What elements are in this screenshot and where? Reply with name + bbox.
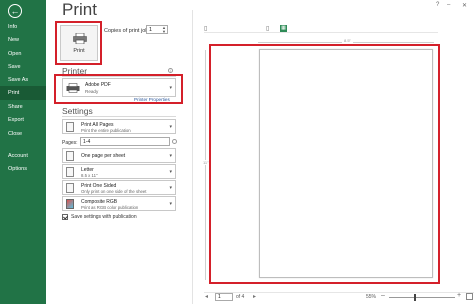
current-page-input[interactable]: 1 — [215, 293, 233, 301]
ruler-top-label: 8.5" — [342, 38, 353, 43]
show-page-numbers-icon[interactable]: ▯ — [204, 25, 207, 32]
copies-value: 1 — [149, 27, 153, 33]
nav-item-info[interactable]: Info — [0, 20, 46, 34]
preview-bottom-divider — [204, 292, 474, 293]
print-button-highlight — [55, 21, 102, 65]
copies-stepper[interactable]: 1 ▲ ▼ — [146, 25, 168, 34]
chevron-down-icon: ▾ — [169, 124, 172, 130]
minimize-icon[interactable]: – — [447, 2, 450, 8]
page-title: Print — [62, 0, 97, 19]
zoom-slider[interactable] — [389, 297, 455, 298]
sides-subtitle: Only print on one side of the sheet — [81, 189, 147, 194]
layout-title: One page per sheet — [81, 153, 126, 159]
nav-item-close[interactable]: Close — [0, 127, 46, 141]
color-select[interactable]: Composite RGB Print as RGB color publica… — [62, 196, 176, 211]
settings-header: Settings — [62, 106, 93, 116]
checkbox-checked-icon[interactable] — [62, 214, 68, 220]
zoom-out-icon[interactable]: – — [381, 292, 385, 299]
next-page-icon[interactable]: ▸ — [253, 293, 256, 300]
info-icon[interactable]: i — [168, 68, 173, 73]
nav-item-print[interactable]: Print — [0, 86, 46, 100]
paper-icon — [66, 167, 74, 177]
paper-size-select[interactable]: Letter 8.5 x 11" ▾ — [62, 164, 176, 179]
nav-item-open[interactable]: Open — [0, 47, 46, 61]
pane-divider — [192, 10, 193, 304]
chevron-down-icon: ▾ — [169, 153, 172, 159]
close-window-icon[interactable]: ✕ — [462, 2, 467, 9]
one-sided-icon — [66, 183, 74, 193]
print-range-subtitle: Print the entire publication — [81, 128, 131, 133]
nav-item-new[interactable]: New — [0, 33, 46, 47]
fit-page-icon[interactable] — [466, 293, 473, 300]
ruler-left — [205, 50, 206, 280]
chevron-down-icon: ▾ — [169, 169, 172, 175]
nav-item-options[interactable]: Options — [0, 162, 46, 176]
color-subtitle: Print as RGB color publication — [81, 205, 139, 210]
sides-select[interactable]: Print One Sided Only print on one side o… — [62, 180, 176, 195]
print-backstage: ← Info New Open Save Save As Print Share… — [0, 0, 474, 304]
nav-item-save[interactable]: Save — [0, 60, 46, 74]
info-icon[interactable] — [172, 139, 177, 144]
printer-highlight — [54, 74, 183, 104]
layout-select[interactable]: One page per sheet ▾ — [62, 148, 176, 163]
previous-page-icon[interactable]: ◂ — [205, 293, 208, 300]
page-count: of 4 — [236, 294, 245, 300]
settings-divider — [62, 116, 176, 117]
chevron-down-icon: ▾ — [169, 201, 172, 207]
pages-input[interactable]: 1-4 — [80, 137, 170, 146]
show-ruler-icon[interactable]: ▯ — [266, 25, 269, 32]
paper-subtitle: 8.5 x 11" — [81, 173, 98, 178]
preview-toolbar-divider — [204, 32, 438, 33]
back-arrow-icon[interactable]: ← — [8, 4, 22, 18]
color-icon — [66, 199, 74, 209]
preview-highlight — [209, 44, 440, 284]
help-icon[interactable]: ? — [436, 2, 439, 8]
pages-label: Pages: — [62, 140, 78, 146]
chevron-down-icon: ▾ — [169, 185, 172, 191]
print-range-select[interactable]: Print All Pages Print the entire publica… — [62, 119, 176, 134]
zoom-slider-thumb[interactable] — [414, 294, 416, 301]
spinner-icon[interactable]: ▲ ▼ — [162, 26, 166, 34]
nav-item-share[interactable]: Share — [0, 100, 46, 114]
zoom-level: 55% — [366, 294, 377, 300]
backstage-nav: ← Info New Open Save Save As Print Share… — [0, 0, 46, 304]
nav-item-export[interactable]: Export — [0, 113, 46, 127]
pages-icon — [66, 122, 74, 132]
one-page-icon — [66, 151, 74, 161]
multiple-pages-icon[interactable]: ▦ — [280, 25, 287, 32]
save-settings-label: Save settings with publication — [71, 214, 137, 220]
nav-item-account[interactable]: Account — [0, 149, 46, 163]
copies-label: Copies of print job: — [104, 28, 150, 34]
nav-item-save-as[interactable]: Save As — [0, 73, 46, 87]
ruler-left-label: 11" — [203, 160, 209, 165]
zoom-in-icon[interactable]: + — [457, 292, 461, 299]
